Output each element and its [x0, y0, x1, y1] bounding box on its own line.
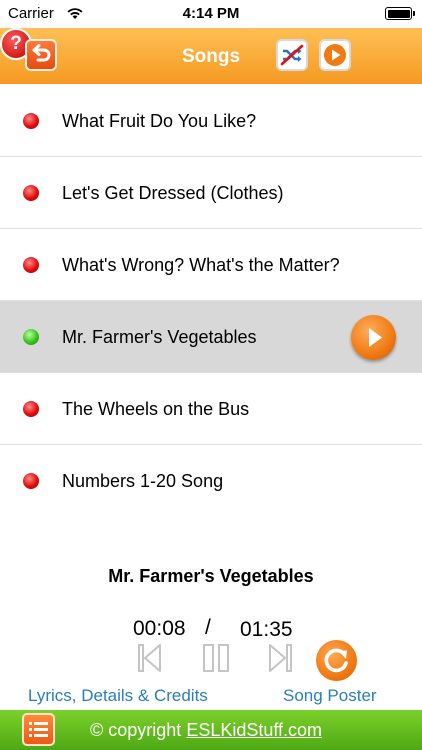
- lyrics-details-credits-link[interactable]: Lyrics, Details & Credits: [28, 686, 208, 706]
- list-item[interactable]: Let's Get Dressed (Clothes): [0, 157, 422, 229]
- list-item[interactable]: The Wheels on the Bus: [0, 373, 422, 445]
- song-title: What's Wrong? What's the Matter?: [62, 255, 340, 275]
- battery-icon: [385, 7, 415, 20]
- status-dot-icon: [23, 401, 39, 417]
- song-title: Numbers 1-20 Song: [62, 471, 224, 491]
- row-play-button[interactable]: [351, 315, 396, 360]
- copyright-prefix: © copyright: [90, 720, 187, 740]
- menu-button[interactable]: [22, 713, 55, 746]
- now-playing-title: Mr. Farmer's Vegetables: [108, 566, 314, 586]
- list-item[interactable]: What's Wrong? What's the Matter?: [0, 229, 422, 301]
- status-dot-icon: [23, 185, 39, 201]
- status-time: 4:14 PM: [182, 5, 240, 22]
- elapsed-time: 00:08: [133, 617, 186, 640]
- shuffle-button[interactable]: [276, 39, 308, 71]
- page-title: Songs: [181, 46, 241, 67]
- website-link[interactable]: ESLKidStuff.com: [186, 720, 322, 740]
- repeat-icon: [324, 648, 348, 673]
- total-time: 01:35: [240, 618, 293, 641]
- play-icon: [369, 328, 382, 347]
- play-icon: [324, 44, 346, 66]
- footer-bar: © copyright ESLKidStuff.com: [0, 710, 422, 750]
- status-dot-icon: [23, 329, 39, 345]
- skip-forward-icon: [269, 644, 292, 672]
- list-menu-icon: [29, 722, 48, 737]
- play-all-button[interactable]: [319, 39, 351, 71]
- song-title: Let's Get Dressed (Clothes): [62, 183, 284, 203]
- song-title: The Wheels on the Bus: [62, 399, 250, 419]
- list-item-selected[interactable]: Mr. Farmer's Vegetables: [0, 301, 422, 373]
- song-list: What Fruit Do You Like? Let's Get Dresse…: [0, 85, 422, 517]
- pause-button[interactable]: [200, 642, 232, 679]
- time-separator: /: [205, 616, 211, 639]
- status-dot-icon: [23, 113, 39, 129]
- song-title: What Fruit Do You Like?: [62, 111, 257, 131]
- previous-button[interactable]: [136, 642, 164, 679]
- pause-icon: [203, 644, 229, 672]
- list-item[interactable]: Numbers 1-20 Song: [0, 445, 422, 517]
- song-title: Mr. Farmer's Vegetables: [62, 327, 257, 347]
- status-dot-icon: [23, 473, 39, 489]
- repeat-button[interactable]: [316, 640, 357, 681]
- status-dot-icon: [23, 257, 39, 273]
- shuffle-off-icon: [280, 44, 304, 66]
- skip-back-icon: [138, 644, 161, 672]
- song-poster-link[interactable]: Song Poster: [283, 686, 377, 706]
- list-item[interactable]: What Fruit Do You Like?: [0, 85, 422, 157]
- header-bar: Songs ?: [0, 28, 422, 84]
- next-button[interactable]: [266, 642, 294, 679]
- copyright-text: © copyright ESLKidStuff.com: [90, 720, 322, 741]
- status-bar: Carrier 4:14 PM: [0, 0, 422, 28]
